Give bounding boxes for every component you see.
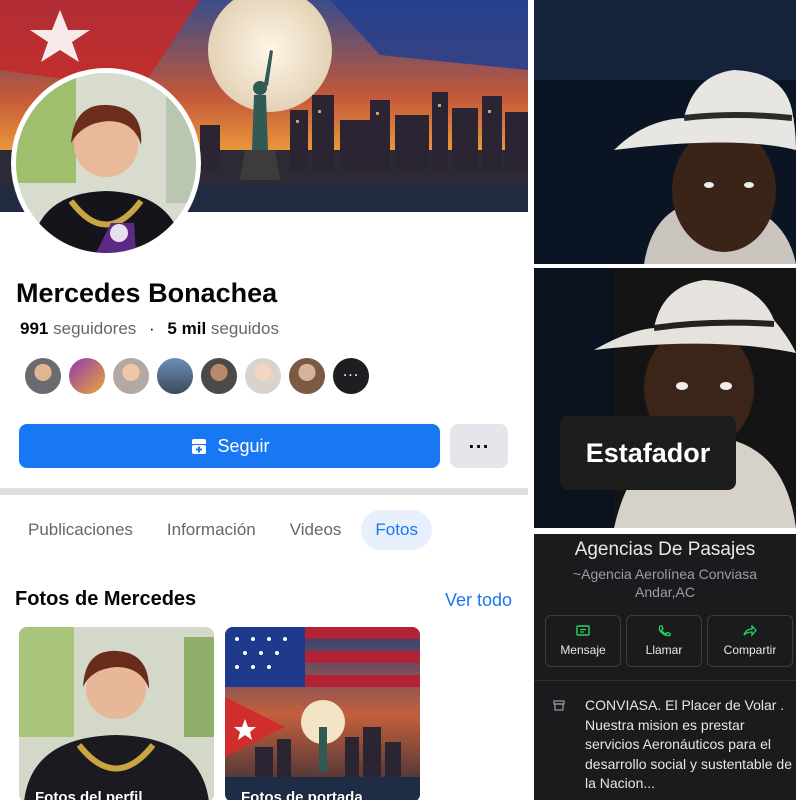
overlay-label: Estafador [560, 416, 736, 490]
video-frame-middle: Estafador [534, 268, 796, 528]
message-button[interactable]: Mensaje [545, 615, 621, 667]
tab-publicaciones[interactable]: Publicaciones [14, 510, 147, 550]
album-label: Fotos de portada [241, 789, 363, 800]
message-icon [576, 625, 590, 636]
album-label: Fotos del perfil [35, 789, 143, 800]
album-cover-photos[interactable]: Fotos de portada [225, 627, 420, 800]
business-name: Agencias De Pasajes [574, 539, 756, 560]
profile-tabs: Publicaciones Información Videos Fotos [14, 510, 438, 550]
tab-informacion[interactable]: Información [153, 510, 270, 550]
photos-section-title: Fotos de Mercedes [15, 588, 197, 610]
share-label: Compartir [723, 643, 777, 657]
section-divider [0, 488, 528, 495]
panel-divider [534, 680, 796, 681]
business-description: CONVIASA. El Placer de Volar . Nuestra m… [585, 697, 793, 791]
facebook-profile-panel: Mercedes Bonachea 991 seguidores · 5 mil… [0, 0, 528, 800]
friend-avatar[interactable] [23, 356, 63, 396]
tab-videos[interactable]: Videos [276, 510, 356, 550]
video-frame-top [534, 0, 796, 264]
following-count[interactable]: 5 mil [167, 319, 206, 338]
business-subtitle-line: Andar,AC [635, 584, 695, 600]
business-subtitle: ~Agencia Aerolínea Conviasa Andar,AC [534, 565, 796, 601]
follow-label: Seguir [217, 435, 270, 456]
store-icon [553, 700, 565, 711]
album-profile-photos[interactable]: Fotos del perfil [19, 627, 214, 800]
tab-fotos[interactable]: Fotos [361, 510, 432, 550]
share-icon [743, 625, 757, 637]
friend-avatar[interactable] [67, 356, 107, 396]
call-label: Llamar [645, 643, 683, 657]
profile-stats: 991 seguidores · 5 mil seguidos [20, 319, 279, 339]
more-options-button[interactable]: ··· [450, 424, 508, 468]
see-all-link[interactable]: Ver todo [445, 590, 512, 611]
business-actions: Mensaje Llamar Compartir [545, 615, 793, 667]
friend-avatar[interactable] [111, 356, 151, 396]
more-friends-button[interactable]: ··· [331, 356, 371, 396]
follow-button[interactable]: Seguir [19, 424, 440, 468]
message-label: Mensaje [560, 643, 606, 657]
business-profile-panel: Agencias De Pasajes ~Agencia Aerolínea C… [534, 534, 796, 800]
mutual-friends-row: ··· [23, 356, 375, 396]
separator-dot: · [149, 319, 155, 338]
add-friend-icon [192, 439, 207, 454]
call-button[interactable]: Llamar [626, 615, 702, 667]
phone-icon [658, 625, 671, 637]
profile-avatar[interactable] [11, 68, 201, 258]
business-subtitle-line: ~Agencia Aerolínea Conviasa [572, 566, 758, 582]
friend-avatar[interactable] [287, 356, 327, 396]
following-label[interactable]: seguidos [211, 319, 279, 338]
followers-count[interactable]: 991 [20, 319, 48, 338]
friend-avatar[interactable] [199, 356, 239, 396]
followers-label[interactable]: seguidores [53, 319, 136, 338]
friend-avatar[interactable] [243, 356, 283, 396]
profile-name: Mercedes Bonachea [16, 278, 278, 308]
share-button[interactable]: Compartir [707, 615, 793, 667]
friend-avatar[interactable] [155, 356, 195, 396]
